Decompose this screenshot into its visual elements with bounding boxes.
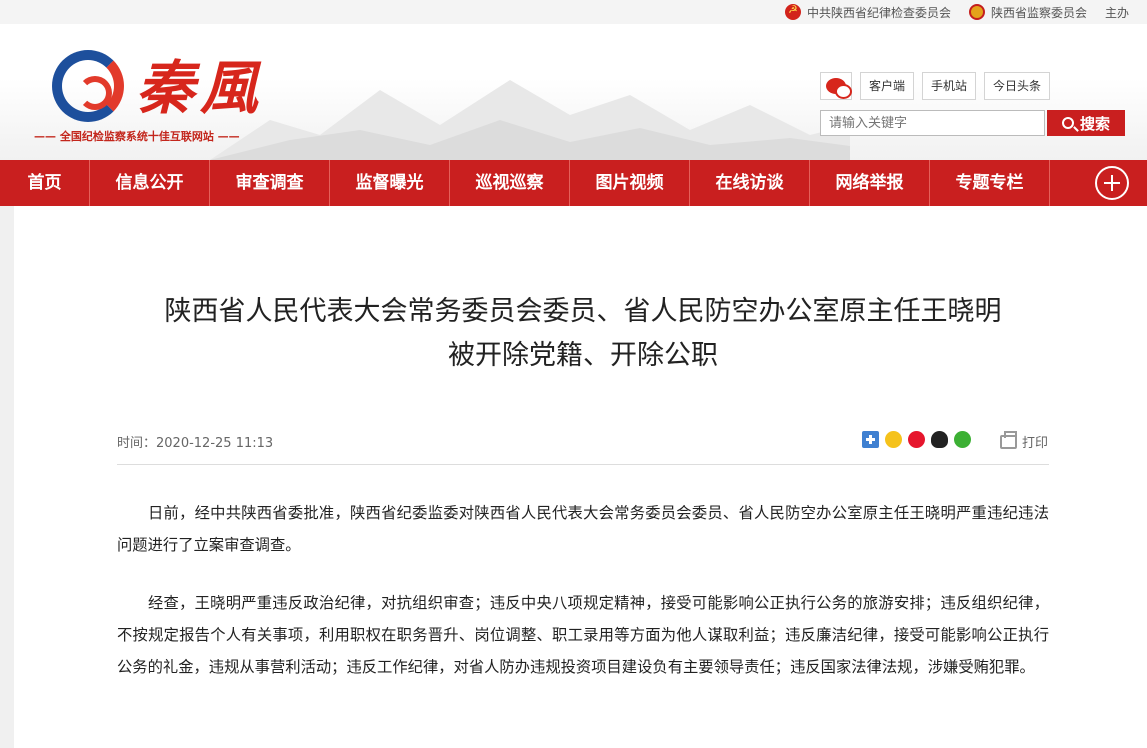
top-utility-bar: 中共陕西省纪律检查委员会 陕西省监察委员会 主办 xyxy=(0,0,1147,24)
logo-text: 秦風 xyxy=(136,54,265,122)
top-links: 中共陕西省纪律检查委员会 陕西省监察委员会 主办 xyxy=(784,0,1147,24)
logo-mark-icon xyxy=(52,50,124,122)
plus-circle-icon[interactable] xyxy=(1095,166,1129,200)
weibo-icon[interactable] xyxy=(908,431,925,448)
nav-info-disclosure[interactable]: 信息公开 xyxy=(90,160,210,206)
qzone-icon[interactable] xyxy=(885,431,902,448)
search-button[interactable]: 搜索 xyxy=(1047,110,1125,136)
main-nav: 首页 信息公开 审查调查 监督曝光 巡视巡察 图片视频 在线访谈 网络举报 专题… xyxy=(0,160,1147,206)
mountain-background xyxy=(210,80,850,160)
article-title-line-1: 陕西省人民代表大会常务委员会委员、省人民防空办公室原主任王晓明 xyxy=(164,296,1002,327)
qq-icon[interactable] xyxy=(931,431,948,448)
link-provincial-discipline-commission[interactable]: 中共陕西省纪律检查委员会 xyxy=(784,3,951,21)
site-logo[interactable]: 秦風 xyxy=(52,50,292,130)
mobile-site-button[interactable]: 手机站 xyxy=(922,72,977,100)
link-label: 主办 xyxy=(1104,5,1129,20)
link-provincial-supervision-commission[interactable]: 陕西省监察委员会 xyxy=(968,4,1087,21)
share-more-icon[interactable] xyxy=(862,431,879,448)
wechat-icon[interactable] xyxy=(954,431,971,448)
wechat-icon xyxy=(826,78,852,99)
party-emblem-icon xyxy=(784,3,801,20)
article-body: 日前，经中共陕西省委批准，陕西省纪委监委对陕西省人民代表大会常务委员会委员、省人… xyxy=(117,497,1049,709)
meta-divider xyxy=(117,464,1049,465)
print-button[interactable]: 打印 xyxy=(1000,430,1049,451)
toutiao-button[interactable]: 今日头条 xyxy=(984,72,1051,100)
wechat-button[interactable] xyxy=(820,72,852,100)
search-icon xyxy=(1061,117,1074,129)
national-emblem-icon xyxy=(968,4,985,20)
article-title-line-2: 被开除党籍、开除公职 xyxy=(448,340,718,371)
nav-online-report[interactable]: 网络举报 xyxy=(810,160,930,206)
nav-investigation[interactable]: 审查调查 xyxy=(210,160,330,206)
share-bar xyxy=(862,431,977,448)
nav-home[interactable]: 首页 xyxy=(0,160,90,206)
print-label: 打印 xyxy=(1022,436,1049,451)
time-label: 时间： xyxy=(117,436,157,451)
link-label: 陕西省监察委员会 xyxy=(990,5,1087,20)
nav-special-topics[interactable]: 专题专栏 xyxy=(930,160,1050,206)
sponsor-label: 主办 xyxy=(1105,4,1129,21)
nav-inspection[interactable]: 巡视巡察 xyxy=(450,160,570,206)
printer-icon xyxy=(1000,430,1017,449)
search-bar: 搜索 xyxy=(820,110,1125,136)
nav-photo-video[interactable]: 图片视频 xyxy=(570,160,690,206)
nav-online-interview[interactable]: 在线访谈 xyxy=(690,160,810,206)
article-paragraph: 日前，经中共陕西省委批准，陕西省纪委监委对陕西省人民代表大会常务委员会委员、省人… xyxy=(117,504,1049,554)
link-label: 中共陕西省纪律检查委员会 xyxy=(806,5,951,20)
article-title: 陕西省人民代表大会常务委员会委员、省人民防空办公室原主任王晓明 被开除党籍、开除… xyxy=(100,290,1066,378)
publish-time: 2020-12-25 11:13 xyxy=(156,436,274,451)
article-meta: 时间：2020-12-25 11:13 xyxy=(117,432,273,451)
search-button-label: 搜索 xyxy=(1079,114,1110,133)
page-side-strip xyxy=(0,206,14,748)
site-header: 秦風 —— 全国纪检监察系统十佳互联网站 —— 客户端 手机站 今日头条 搜索 xyxy=(0,24,1147,160)
client-links: 客户端 手机站 今日头条 xyxy=(820,72,1058,100)
site-slogan: —— 全国纪检监察系统十佳互联网站 —— xyxy=(34,130,240,143)
client-app-button[interactable]: 客户端 xyxy=(860,72,915,100)
search-input[interactable] xyxy=(820,110,1045,136)
nav-supervision-exposure[interactable]: 监督曝光 xyxy=(330,160,450,206)
article-paragraph: 经查，王晓明严重违反政治纪律，对抗组织审查；违反中央八项规定精神，接受可能影响公… xyxy=(117,594,1049,676)
